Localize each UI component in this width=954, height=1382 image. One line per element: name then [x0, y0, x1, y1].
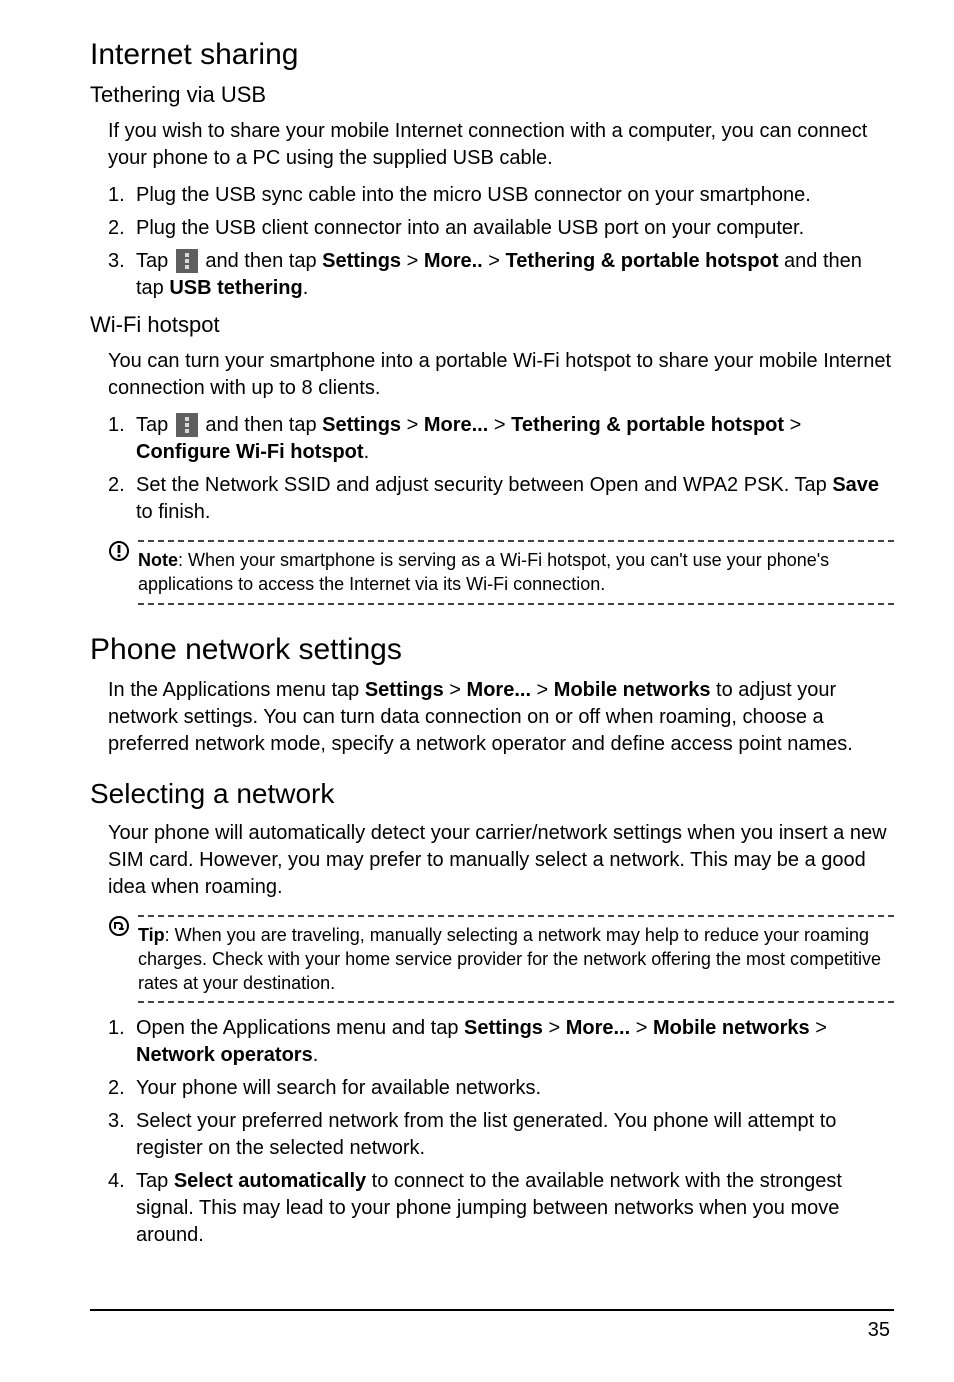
- text: Open the Applications menu and tap: [136, 1017, 464, 1039]
- step-item: Your phone will search for available net…: [108, 1075, 894, 1102]
- text: Tap: [136, 414, 174, 436]
- bold-text: More...: [566, 1017, 630, 1039]
- step-item: Tap Select automatically to connect to t…: [108, 1168, 894, 1249]
- step-item: Set the Network SSID and adjust security…: [108, 472, 894, 526]
- step-item: Tap and then tap Settings > More... > Te…: [108, 412, 894, 466]
- step-item: Tap and then tap Settings > More.. > Tet…: [108, 248, 894, 302]
- step-item: Select your preferred network from the l…: [108, 1108, 894, 1162]
- step-item: Plug the USB sync cable into the micro U…: [108, 182, 894, 209]
- step-item: Plug the USB client connector into an av…: [108, 215, 894, 242]
- bold-text: Mobile networks: [554, 679, 711, 701]
- bold-text: Network operators: [136, 1044, 313, 1066]
- bold-text: Mobile networks: [653, 1017, 810, 1039]
- bold-text: Settings: [322, 414, 401, 436]
- text: >: [630, 1017, 653, 1039]
- text: In the Applications menu tap: [108, 679, 365, 701]
- text: .: [313, 1044, 319, 1066]
- wifi-steps: Tap and then tap Settings > More... > Te…: [108, 412, 894, 526]
- text: >: [401, 250, 424, 272]
- bold-text: Settings: [322, 250, 401, 272]
- selecting-steps: Open the Applications menu and tap Setti…: [108, 1015, 894, 1249]
- tethering-steps: Plug the USB sync cable into the micro U…: [108, 182, 894, 302]
- phone-network-intro: In the Applications menu tap Settings > …: [108, 677, 894, 758]
- text: Set the Network SSID and adjust security…: [136, 474, 832, 496]
- text: and then tap: [200, 250, 322, 272]
- bold-text: More...: [424, 414, 488, 436]
- bold-text: Select automatically: [174, 1170, 366, 1192]
- footer-rule: [90, 1309, 894, 1311]
- tethering-intro: If you wish to share your mobile Interne…: [108, 118, 894, 172]
- text: >: [444, 679, 467, 701]
- menu-icon: [176, 249, 198, 273]
- text: Tap: [136, 1170, 174, 1192]
- note-callout: Note: When your smartphone is serving as…: [108, 536, 894, 609]
- selecting-intro: Your phone will automatically detect you…: [108, 820, 894, 901]
- tip-icon: [108, 915, 138, 937]
- text: >: [531, 679, 554, 701]
- text: >: [810, 1017, 827, 1039]
- tip-label: Tip: [138, 925, 165, 945]
- note-label: Note: [138, 550, 178, 570]
- bold-text: More...: [467, 679, 531, 701]
- bold-text: USB tethering: [169, 277, 302, 299]
- bold-text: More..: [424, 250, 483, 272]
- heading-internet-sharing: Internet sharing: [90, 38, 894, 72]
- text: to finish.: [136, 501, 210, 523]
- note-text: : When your smartphone is serving as a W…: [138, 550, 829, 594]
- text: >: [401, 414, 424, 436]
- warning-icon: [108, 540, 138, 562]
- heading-phone-network: Phone network settings: [90, 633, 894, 667]
- page-number: 35: [90, 1319, 894, 1342]
- bold-text: Settings: [365, 679, 444, 701]
- heading-tethering-usb: Tethering via USB: [90, 82, 894, 108]
- heading-selecting-network: Selecting a network: [90, 778, 894, 810]
- page-content: Internet sharing Tethering via USB If yo…: [0, 0, 954, 1382]
- text: and then tap: [200, 414, 322, 436]
- bold-text: Configure Wi-Fi hotspot: [136, 441, 364, 463]
- text: >: [543, 1017, 566, 1039]
- tip-text: : When you are traveling, manually selec…: [138, 925, 881, 994]
- heading-wifi-hotspot: Wi-Fi hotspot: [90, 312, 894, 338]
- text: >: [784, 414, 801, 436]
- text: >: [488, 414, 511, 436]
- step-item: Open the Applications menu and tap Setti…: [108, 1015, 894, 1069]
- bold-text: Tethering & portable hotspot: [511, 414, 784, 436]
- wifi-intro: You can turn your smartphone into a port…: [108, 348, 894, 402]
- bold-text: Save: [832, 474, 879, 496]
- text: >: [483, 250, 506, 272]
- menu-icon: [176, 413, 198, 437]
- bold-text: Tethering & portable hotspot: [506, 250, 779, 272]
- bold-text: Settings: [464, 1017, 543, 1039]
- tip-callout: Tip: When you are traveling, manually se…: [108, 911, 894, 1008]
- text: .: [303, 277, 309, 299]
- text: .: [364, 441, 370, 463]
- text: Tap: [136, 250, 174, 272]
